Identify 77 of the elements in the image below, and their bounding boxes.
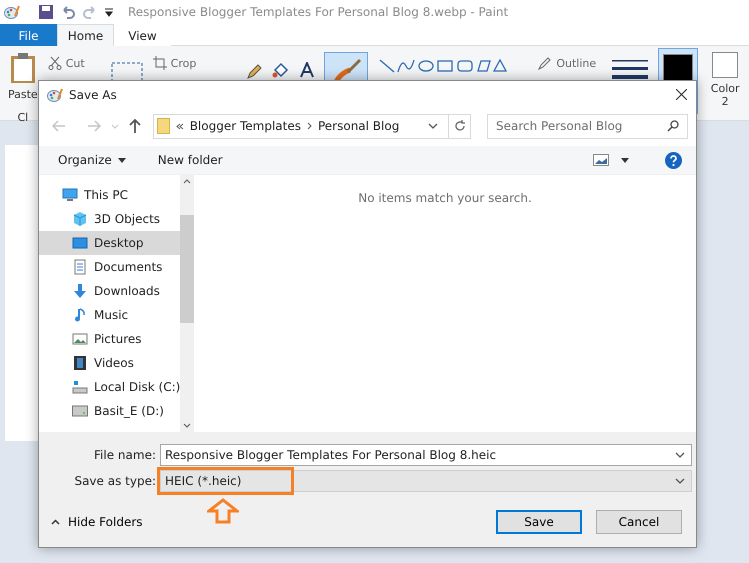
palette-icon <box>47 86 63 102</box>
dialog-button[interactable]: Cancel <box>596 510 682 534</box>
nav-item[interactable]: Desktop <box>39 231 180 255</box>
chevron-down-icon <box>428 123 438 129</box>
organize-button[interactable]: Organize <box>56 151 128 169</box>
back-arrow-icon <box>52 120 66 132</box>
caret-icon[interactable] <box>621 158 629 162</box>
desktop-icon <box>72 235 88 251</box>
chevron-down-icon <box>183 423 192 428</box>
nav-item[interactable]: 3D Objects <box>39 207 180 231</box>
up-arrow-icon <box>207 498 239 524</box>
document-icon <box>72 259 88 275</box>
fill-bucket-icon[interactable] <box>272 62 290 80</box>
download-icon <box>72 283 88 299</box>
chevron-up-icon <box>183 179 192 184</box>
breadcrumb-item[interactable]: Personal Blog <box>318 119 400 133</box>
palette-icon <box>4 4 20 20</box>
cut-button[interactable]: Cut <box>48 56 85 70</box>
nav-item[interactable]: This PC <box>39 183 180 207</box>
ribbon-tab[interactable]: Home <box>57 24 114 46</box>
view-picture-icon[interactable] <box>593 154 609 166</box>
nav-item[interactable]: Videos <box>39 351 180 375</box>
ribbon-tab[interactable]: File <box>0 24 57 46</box>
search-icon <box>667 120 680 132</box>
text-icon[interactable] <box>300 62 314 78</box>
forward-arrow-icon <box>87 120 102 132</box>
scrollbar[interactable] <box>180 175 194 432</box>
save-icon[interactable] <box>38 4 54 20</box>
chevron-down-icon <box>675 478 685 484</box>
group-label: Cl <box>17 111 28 124</box>
field-label: File name: <box>93 448 157 462</box>
computer-icon <box>62 187 78 203</box>
new-folder-button[interactable]: New folder <box>156 151 225 169</box>
nav-item[interactable]: Music <box>39 303 180 327</box>
paste-label[interactable]: Paste <box>8 88 38 101</box>
nav-item[interactable]: Local Disk (C:) <box>39 375 180 399</box>
field-label: Save as type: <box>73 474 157 488</box>
save-type-dropdown[interactable]: HEIC (*.heic) <box>160 470 692 492</box>
chevron-up-icon <box>51 519 60 525</box>
disk-drive-icon <box>72 403 88 419</box>
dialog-button[interactable]: Save <box>496 510 582 534</box>
crop-button[interactable]: Crop <box>152 56 196 70</box>
pencil-icon <box>538 56 552 70</box>
address-bar[interactable]: Blogger Templates Personal Blog <box>152 114 472 138</box>
refresh-icon <box>454 120 466 132</box>
help-icon[interactable] <box>665 152 682 168</box>
cube-icon <box>72 211 88 227</box>
double-chevron-icon <box>176 122 184 130</box>
chevron-right-icon <box>306 122 312 130</box>
close-icon <box>676 89 686 100</box>
search-field[interactable]: Search Personal Blog <box>487 114 688 138</box>
nav-item[interactable]: Documents <box>39 255 180 279</box>
film-icon <box>72 355 88 371</box>
disk-drive-icon <box>72 379 88 395</box>
dropdown-icon[interactable] <box>104 7 114 17</box>
hide-folders-button[interactable]: Hide Folders <box>51 515 143 529</box>
window-title: Responsive Blogger Templates For Personal Blog 8.webp - Paint <box>128 5 508 19</box>
up-arrow-icon <box>129 119 142 133</box>
nav-item[interactable]: Pictures <box>39 327 180 351</box>
outline-button[interactable]: Outline <box>538 56 596 70</box>
chevron-down-icon <box>675 452 685 458</box>
color-2-label: Color 2 <box>710 82 741 108</box>
crop-icon <box>152 56 167 70</box>
clipboard-icon[interactable] <box>8 52 37 84</box>
breadcrumb-item[interactable]: Blogger Templates <box>190 119 301 133</box>
chevron-down-icon <box>110 124 119 128</box>
file-name-field[interactable]: Responsive Blogger Templates For Personal Blog 8.heic <box>160 444 692 466</box>
folder-icon <box>156 118 170 134</box>
nav-item[interactable]: Basit_E (D:) <box>39 399 180 423</box>
picture-icon <box>72 331 88 347</box>
scissors-icon <box>48 56 62 70</box>
empty-message: No items match your search. <box>358 191 532 207</box>
caret-icon <box>118 158 126 162</box>
dialog-title: Save As <box>69 88 118 102</box>
music-note-icon <box>72 307 88 323</box>
nav-item[interactable]: Downloads <box>39 279 180 303</box>
swatch-icon[interactable] <box>712 52 738 78</box>
